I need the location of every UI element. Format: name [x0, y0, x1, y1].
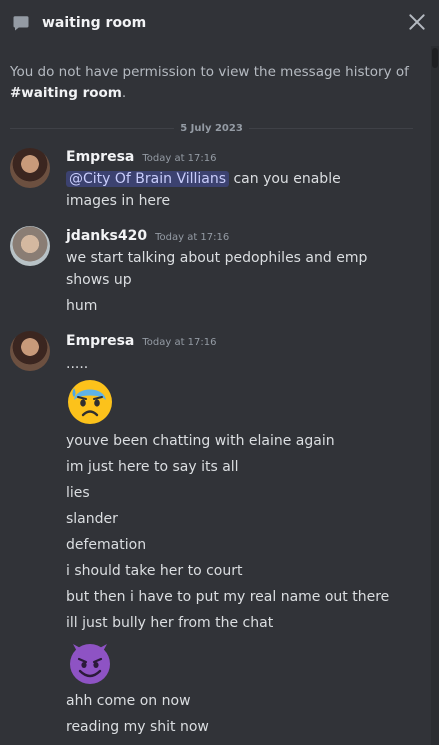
- message-line: ahh come on now: [66, 693, 191, 709]
- divider-line-right: [248, 127, 414, 129]
- notice-period: .: [121, 85, 127, 101]
- message-header: Empresa Today at 17:16: [66, 333, 217, 349]
- message-timestamp: Today at 17:16: [142, 337, 217, 348]
- close-icon[interactable]: [407, 12, 427, 32]
- chat-bubble-icon: [13, 16, 29, 31]
- notice-text: You do not have permission to view the m…: [10, 64, 409, 80]
- message-line: i should take her to court: [66, 563, 243, 579]
- message-line: .....: [66, 356, 89, 372]
- message-line: @City Of Brain Villians can you enable: [66, 168, 411, 190]
- divider-date: 5 July 2023: [180, 122, 243, 134]
- message-line: ill just bully her from the chat: [66, 615, 274, 631]
- role-mention[interactable]: @City Of Brain Villians: [66, 171, 230, 187]
- avatar[interactable]: [10, 226, 50, 266]
- notice-channel-link[interactable]: #waiting room: [10, 85, 122, 101]
- author-name[interactable]: Empresa: [66, 333, 134, 349]
- divider-line-left: [10, 127, 175, 129]
- smiling-devil-emoji: [70, 644, 110, 684]
- message-line: shows up: [66, 272, 132, 288]
- channel-title: waiting room: [42, 15, 147, 31]
- author-name[interactable]: Empresa: [66, 149, 134, 165]
- avatar[interactable]: [10, 148, 50, 188]
- message-line: im just here to say its all: [66, 459, 239, 475]
- message-line: images in here: [66, 193, 171, 209]
- scrollbar[interactable]: [431, 46, 439, 745]
- scrollbar-thumb[interactable]: [432, 48, 438, 68]
- message-header: Empresa Today at 17:16: [66, 149, 217, 165]
- message-line: lies: [66, 485, 90, 501]
- message-line: defemation: [66, 537, 147, 553]
- message-timestamp: Today at 17:16: [155, 232, 230, 243]
- message-timestamp: Today at 17:16: [142, 153, 217, 164]
- message-line: we start talking about pedophiles and em…: [66, 250, 368, 266]
- message-line: hum: [66, 298, 98, 314]
- permission-notice: You do not have permission to view the m…: [10, 62, 420, 104]
- date-divider: 5 July 2023: [10, 119, 414, 137]
- message-line: slander: [66, 511, 118, 527]
- anxious-sweat-face-emoji: [68, 380, 112, 424]
- message-line: but then i have to put my real name out …: [66, 589, 390, 605]
- author-name[interactable]: jdanks420: [66, 228, 147, 244]
- channel-header: waiting room: [0, 0, 439, 46]
- message-line: youve been chatting with elaine again: [66, 433, 335, 449]
- message-line: reading my shit now: [66, 719, 209, 735]
- message-header: jdanks420 Today at 17:16: [66, 228, 229, 244]
- message-text: can you enable: [233, 171, 341, 187]
- avatar[interactable]: [10, 331, 50, 371]
